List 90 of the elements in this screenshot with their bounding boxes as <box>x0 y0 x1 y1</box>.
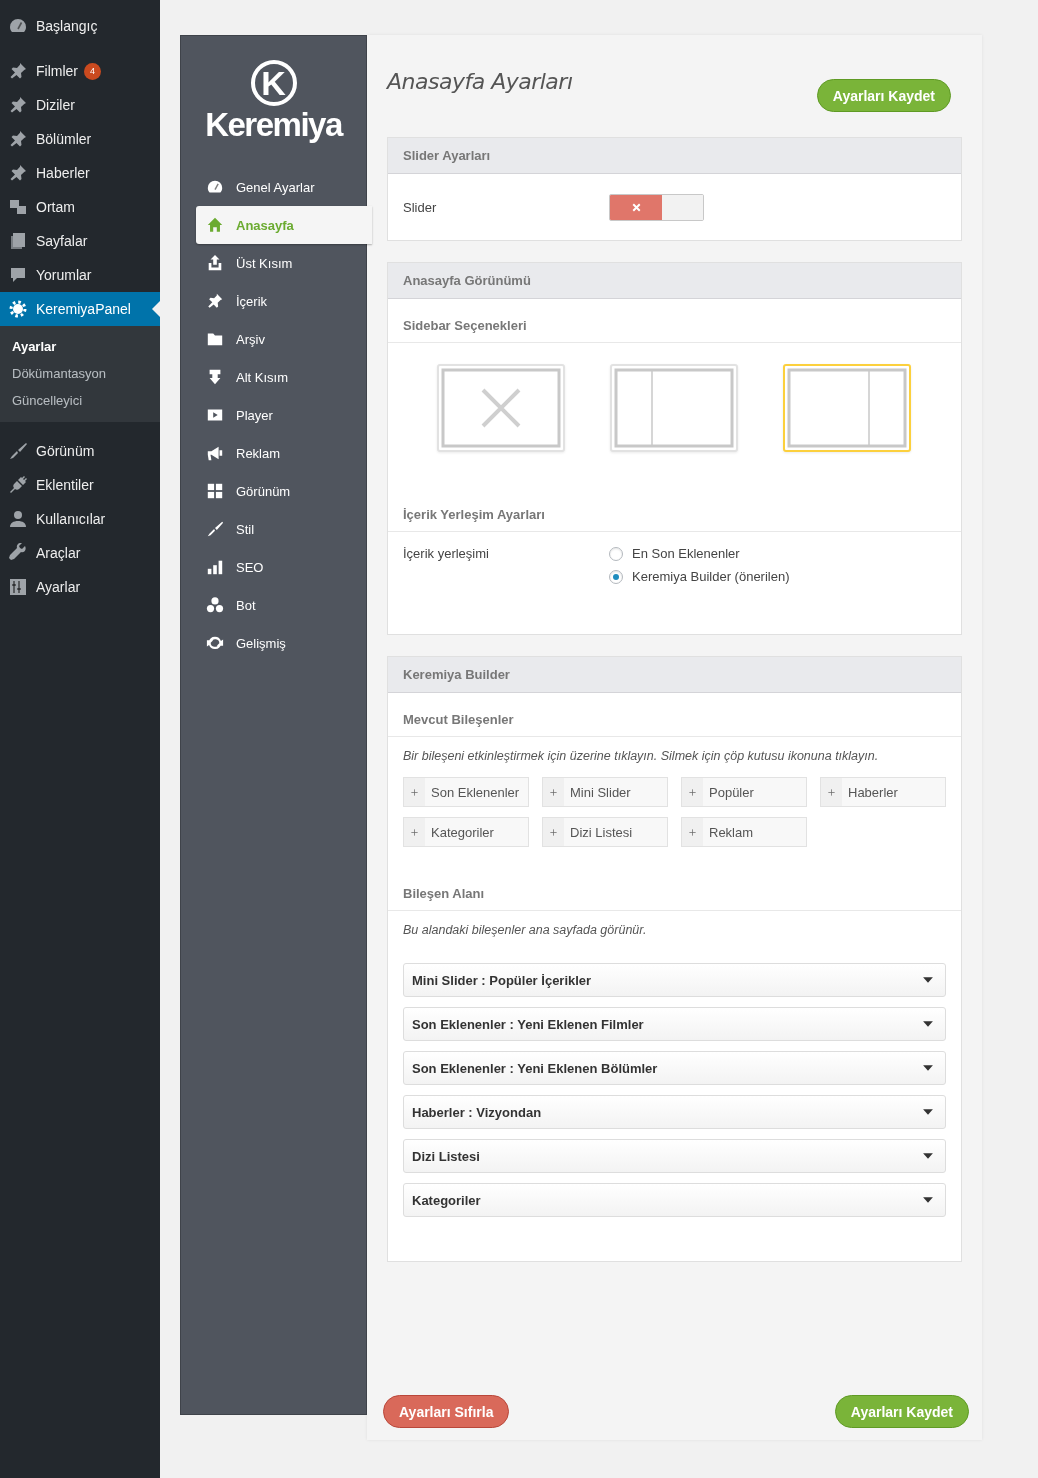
plus-icon <box>688 787 697 797</box>
nav-item[interactable]: Alt Kısım <box>196 358 372 396</box>
nav-item[interactable]: Genel Ayarlar <box>196 168 372 206</box>
pin-icon <box>206 292 224 310</box>
plus-icon <box>410 787 419 797</box>
nav-item[interactable]: İçerik <box>196 282 372 320</box>
pin-icon <box>8 95 28 115</box>
menu-item[interactable]: Sayfalar <box>0 224 160 258</box>
plus-icon <box>549 827 558 837</box>
logo-mark: K <box>250 60 297 106</box>
media-icon <box>8 197 28 217</box>
subsection-heading: Bileşen Alanı <box>388 867 961 911</box>
field-label: İçerik yerleşimi <box>403 546 490 561</box>
nav-item[interactable]: Üst Kısım <box>196 244 372 282</box>
subsection-heading: Sidebar Seçenekleri <box>388 299 961 343</box>
nav-item[interactable]: Player <box>196 396 372 434</box>
submenu-item[interactable]: Güncelleyici <box>0 387 160 414</box>
page-title: Anasayfa Ayarları <box>387 68 573 96</box>
field-label: Slider <box>403 199 438 215</box>
menu-item[interactable]: Kullanıcılar <box>0 502 160 536</box>
bars-icon <box>206 558 224 576</box>
component-button[interactable]: Son Eklenenler <box>403 777 529 807</box>
layout-option[interactable] <box>783 364 911 452</box>
menu-item[interactable]: KeremiyaPanel <box>0 292 160 326</box>
component-button[interactable]: Haberler <box>820 777 946 807</box>
house-icon <box>206 216 224 234</box>
radio-button[interactable] <box>609 546 623 561</box>
menu-item[interactable]: Görünüm <box>0 434 160 468</box>
submenu-item[interactable]: Dökümantasyon <box>0 360 160 387</box>
count-badge: 4 <box>84 62 101 80</box>
component-row[interactable]: Dizi Listesi <box>403 1139 946 1173</box>
radio-label: En Son Eklenenler <box>632 546 740 561</box>
pin-icon <box>8 129 28 149</box>
menu-item[interactable]: Ortam <box>0 190 160 224</box>
menu-item[interactable]: Başlangıç <box>0 9 160 43</box>
layout-option[interactable] <box>610 364 738 452</box>
plug-icon <box>8 475 28 495</box>
section-header: Keremiya Builder <box>388 657 961 693</box>
menu-item[interactable]: Yorumlar <box>0 258 160 292</box>
menu-item[interactable]: Ayarlar <box>0 570 160 604</box>
megaphone-icon <box>206 444 224 462</box>
component-button[interactable]: Kategoriler <box>403 817 529 847</box>
user-icon <box>8 509 28 529</box>
menu-item[interactable]: Diziler <box>0 88 160 122</box>
component-row[interactable]: Kategoriler <box>403 1183 946 1217</box>
radio-option[interactable]: En Son Eklenenler <box>609 546 790 561</box>
upload-icon <box>206 254 224 272</box>
menu-item[interactable]: Bölümler <box>0 122 160 156</box>
component-row[interactable]: Mini Slider : Popüler İçerikler <box>403 963 946 997</box>
nav-item[interactable]: Reklam <box>196 434 372 472</box>
plus-icon <box>688 827 697 837</box>
menu-item[interactable]: Haberler <box>0 156 160 190</box>
plus-icon <box>410 827 419 837</box>
nav-item[interactable]: Görünüm <box>196 472 372 510</box>
menu-item[interactable]: Araçlar <box>0 536 160 570</box>
component-row[interactable]: Son Eklenenler : Yeni Eklenen Bölümler <box>403 1051 946 1085</box>
hint-text: Bu alandaki bileşenler ana sayfada görünür. <box>402 922 648 937</box>
wrench-icon <box>8 543 28 563</box>
sliders-icon <box>8 577 28 597</box>
component-button[interactable]: Popüler <box>681 777 807 807</box>
pages-icon <box>8 231 28 251</box>
menu-item[interactable]: Eklentiler <box>0 468 160 502</box>
component-button[interactable]: Mini Slider <box>542 777 668 807</box>
pin-icon <box>8 163 28 183</box>
menu-item[interactable]: Filmler 4 <box>0 54 160 88</box>
plus-icon <box>827 787 836 797</box>
nav-item[interactable]: Bot <box>196 586 372 624</box>
circles-icon <box>206 596 224 614</box>
component-row[interactable]: Haberler : Vizyondan <box>403 1095 946 1129</box>
plus-icon <box>549 787 558 797</box>
nav-item[interactable]: Gelişmiş <box>196 624 372 662</box>
section-header: Slider Ayarları <box>388 138 961 174</box>
layout-option[interactable] <box>437 364 565 452</box>
component-row[interactable]: Son Eklenenler : Yeni Eklenen Filmler <box>403 1007 946 1041</box>
subsection-heading: Mevcut Bileşenler <box>388 693 961 737</box>
component-button[interactable]: Reklam <box>681 817 807 847</box>
subsection-heading: İçerik Yerleşim Ayarları <box>388 488 961 532</box>
nav-item[interactable]: SEO <box>196 548 372 586</box>
grid-icon <box>206 482 224 500</box>
section-header: Anasayfa Görünümü <box>388 263 961 299</box>
radio-button[interactable] <box>609 569 623 584</box>
logo-text: Keremiya <box>205 106 342 144</box>
nav-item[interactable]: Arşiv <box>196 320 372 358</box>
hint-text: Bir bileşeni etkinleştirmek için üzerine tıklayın. Silmek için çöp kutusu ikonuna tıklayın. <box>402 748 880 763</box>
toggle-switch[interactable] <box>609 193 704 221</box>
comment-icon <box>8 265 28 285</box>
submenu-item[interactable]: Ayarlar <box>0 333 160 360</box>
pin-icon <box>8 61 28 81</box>
nav-item[interactable]: Stil <box>196 510 372 548</box>
component-button[interactable]: Dizi Listesi <box>542 817 668 847</box>
